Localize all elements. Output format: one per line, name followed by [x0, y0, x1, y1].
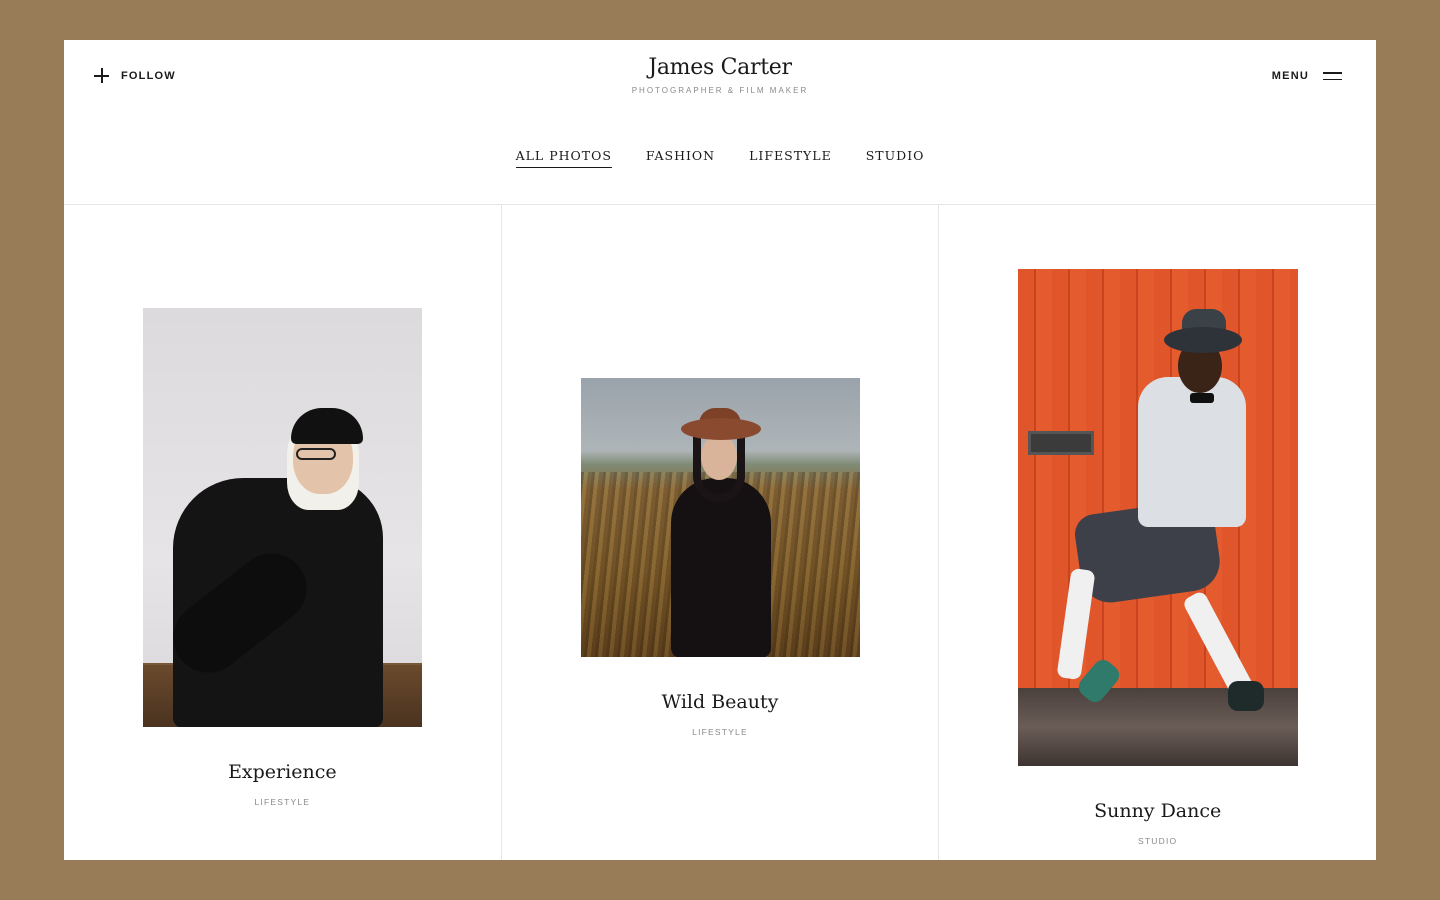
- filter-all-photos[interactable]: ALL PHOTOS: [515, 148, 612, 168]
- menu-label: MENU: [1271, 70, 1309, 82]
- gallery-card-category[interactable]: LIFESTYLE: [502, 727, 939, 737]
- gallery-card-category[interactable]: LIFESTYLE: [64, 797, 501, 807]
- menu-button[interactable]: MENU: [1272, 70, 1342, 82]
- gallery-column: Sunny Dance STUDIO: [939, 205, 1376, 860]
- gallery-photo-wild-beauty[interactable]: [580, 378, 860, 657]
- gallery-card-sunny-dance: Sunny Dance STUDIO: [939, 269, 1376, 846]
- hamburger-menu-icon: [1323, 72, 1342, 80]
- filter-studio[interactable]: STUDIO: [866, 148, 925, 168]
- site-brand: James Carter PHOTOGRAPHER & FILM MAKER: [64, 55, 1376, 95]
- category-filter-nav: ALL PHOTOS FASHION LIFESTYLE STUDIO: [64, 148, 1376, 168]
- gallery-card-category[interactable]: STUDIO: [939, 836, 1376, 846]
- gallery-card-title[interactable]: Wild Beauty: [502, 691, 939, 713]
- filter-lifestyle[interactable]: LIFESTYLE: [749, 148, 832, 168]
- gallery-card-title[interactable]: Sunny Dance: [939, 800, 1376, 822]
- portfolio-page: FOLLOW James Carter PHOTOGRAPHER & FILM …: [64, 40, 1376, 860]
- gallery-card-experience: Experience LIFESTYLE: [64, 308, 501, 807]
- gallery-column: Experience LIFESTYLE: [64, 205, 502, 860]
- gallery-photo-sunny-dance[interactable]: [1017, 269, 1298, 766]
- gallery-card-title[interactable]: Experience: [64, 761, 501, 783]
- gallery-card-wild-beauty: Wild Beauty LIFESTYLE: [502, 378, 939, 737]
- site-tagline: PHOTOGRAPHER & FILM MAKER: [631, 86, 809, 95]
- gallery-grid: Experience LIFESTYLE Wild Beauty LIFESTY…: [64, 205, 1376, 860]
- gallery-photo-experience[interactable]: [142, 308, 422, 727]
- filter-fashion[interactable]: FASHION: [646, 148, 715, 168]
- site-title[interactable]: James Carter: [648, 55, 792, 80]
- gallery-column: Wild Beauty LIFESTYLE: [502, 205, 940, 860]
